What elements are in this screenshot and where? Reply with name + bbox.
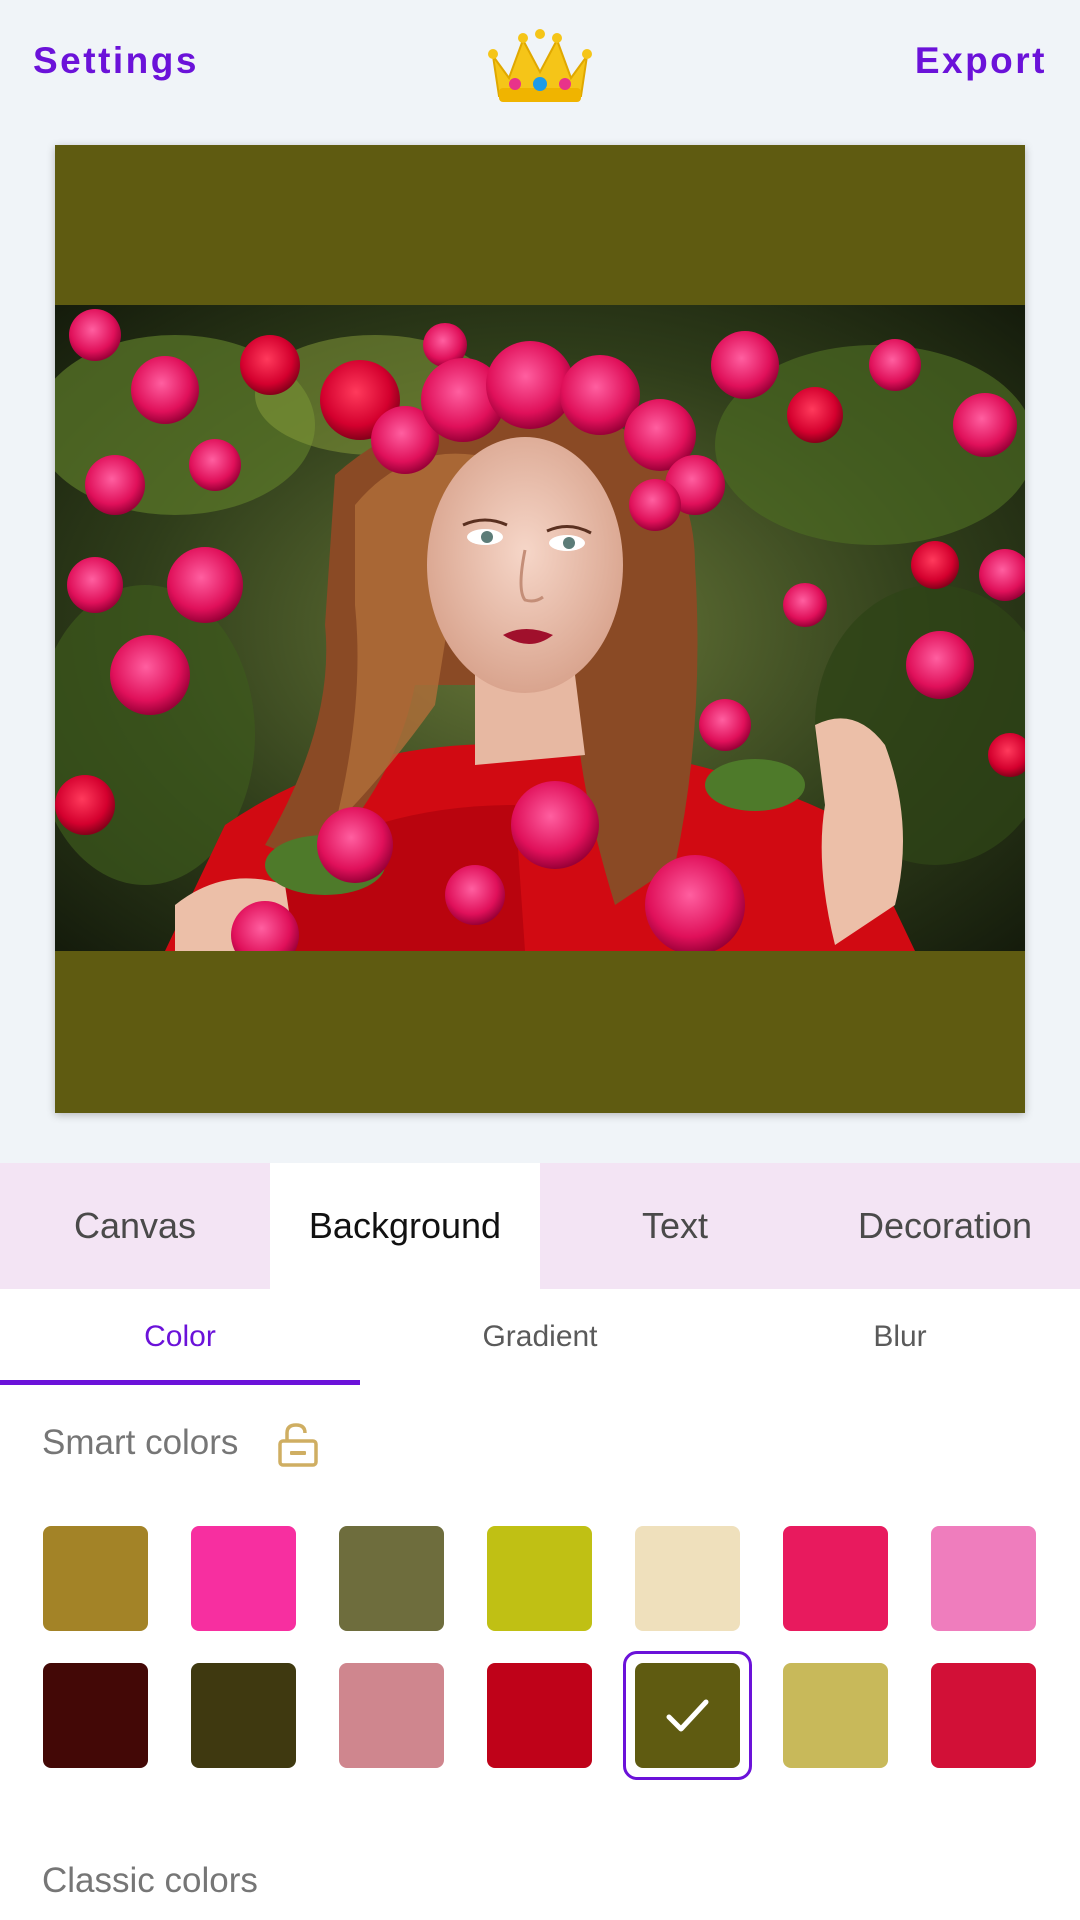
tab-canvas[interactable]: Canvas xyxy=(0,1163,270,1289)
main-tab-bar: Canvas Background Text Decoration xyxy=(0,1163,1080,1289)
color-swatch[interactable] xyxy=(339,1663,444,1768)
crown-icon[interactable] xyxy=(485,26,595,108)
export-button[interactable]: Export xyxy=(915,40,1047,82)
sub-tab-bar: Color Gradient Blur xyxy=(0,1289,1080,1385)
tab-text[interactable]: Text xyxy=(540,1163,810,1289)
classic-colors-title: Classic colors xyxy=(42,1861,258,1900)
background-panel: Color Gradient Blur Smart colors Classic… xyxy=(0,1289,1080,1920)
color-swatch[interactable] xyxy=(339,1526,444,1631)
color-swatch[interactable] xyxy=(783,1526,888,1631)
color-swatch[interactable] xyxy=(931,1663,1036,1768)
color-swatch[interactable] xyxy=(191,1663,296,1768)
tab-background[interactable]: Background xyxy=(270,1163,540,1289)
photo-illustration xyxy=(55,305,1025,951)
subtab-gradient[interactable]: Gradient xyxy=(360,1289,720,1385)
photo-image[interactable] xyxy=(55,305,1025,951)
subtab-blur[interactable]: Blur xyxy=(720,1289,1080,1385)
settings-button[interactable]: Settings xyxy=(33,40,199,82)
checkmark-icon xyxy=(666,1699,709,1732)
color-swatch[interactable] xyxy=(635,1526,740,1631)
top-bar: Settings Export xyxy=(0,0,1080,130)
color-swatch[interactable] xyxy=(191,1526,296,1631)
color-swatch[interactable] xyxy=(487,1526,592,1631)
smart-colors-title: Smart colors xyxy=(42,1423,239,1462)
subtab-color[interactable]: Color xyxy=(0,1289,360,1385)
color-swatch[interactable] xyxy=(931,1526,1036,1631)
canvas-preview[interactable] xyxy=(55,145,1025,1113)
tab-decoration[interactable]: Decoration xyxy=(810,1163,1080,1289)
color-swatch-selected[interactable] xyxy=(635,1663,740,1768)
color-swatch[interactable] xyxy=(43,1526,148,1631)
color-swatch[interactable] xyxy=(487,1663,592,1768)
color-swatch[interactable] xyxy=(783,1663,888,1768)
unlock-icon[interactable] xyxy=(275,1421,321,1467)
color-swatch[interactable] xyxy=(43,1663,148,1768)
